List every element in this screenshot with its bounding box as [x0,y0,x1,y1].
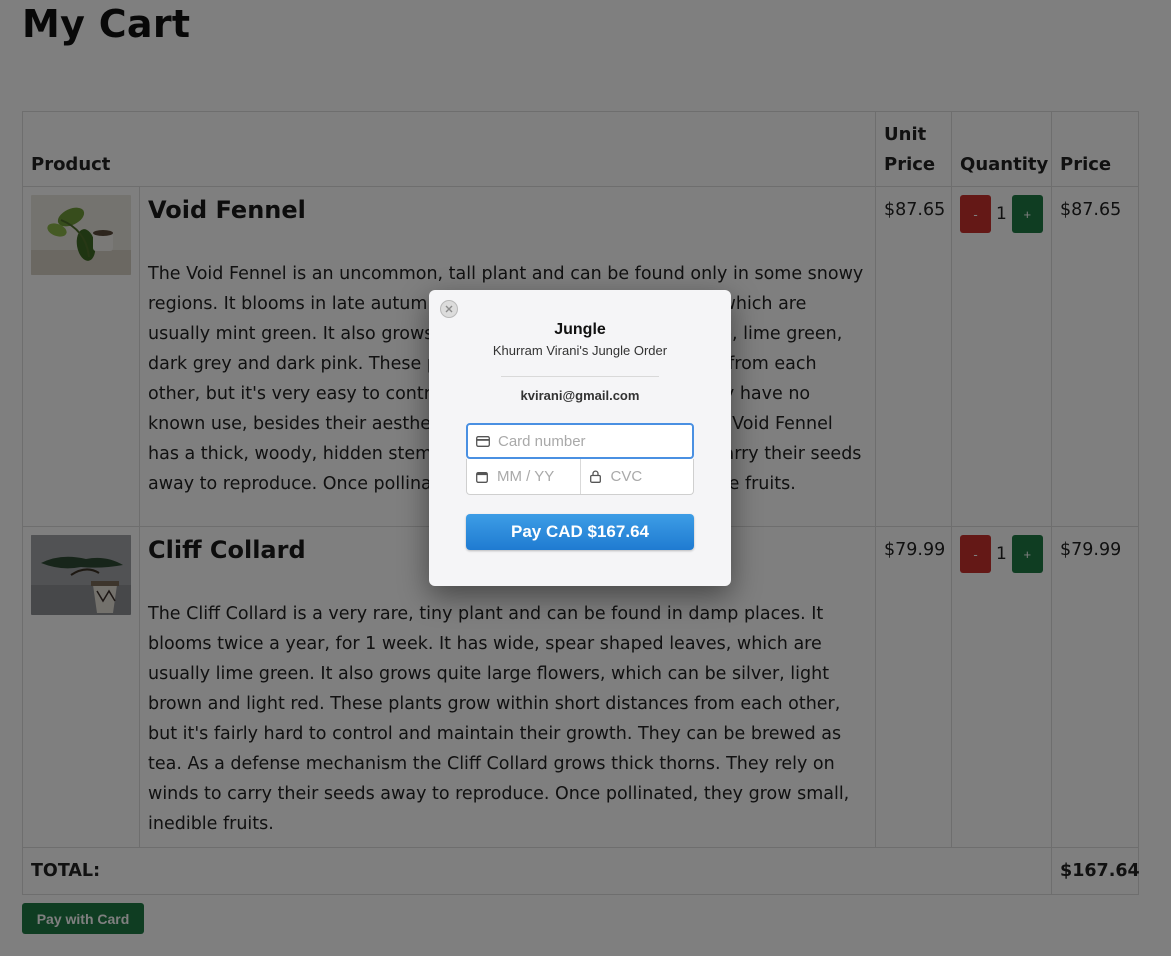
cvc-input[interactable] [610,468,691,485]
cvc-field[interactable] [579,459,694,494]
order-description: Khurram Virani's Jungle Order [492,343,668,358]
divider [501,376,659,377]
expiry-field[interactable] [467,459,580,494]
merchant-name: Jungle [554,321,606,338]
customer-email: kvirani@gmail.com [520,388,640,403]
card-details-row [466,459,694,495]
card-number-field[interactable] [466,423,694,459]
expiry-input[interactable] [497,468,577,485]
calendar-icon [467,471,497,483]
close-icon[interactable] [440,300,458,318]
pay-button[interactable]: Pay CAD $167.64 [466,514,694,550]
credit-card-icon [468,435,498,447]
card-number-input[interactable] [498,432,668,450]
checkout-modal: Jungle Khurram Virani's Jungle Order kvi… [429,290,731,586]
lock-icon [581,470,611,483]
